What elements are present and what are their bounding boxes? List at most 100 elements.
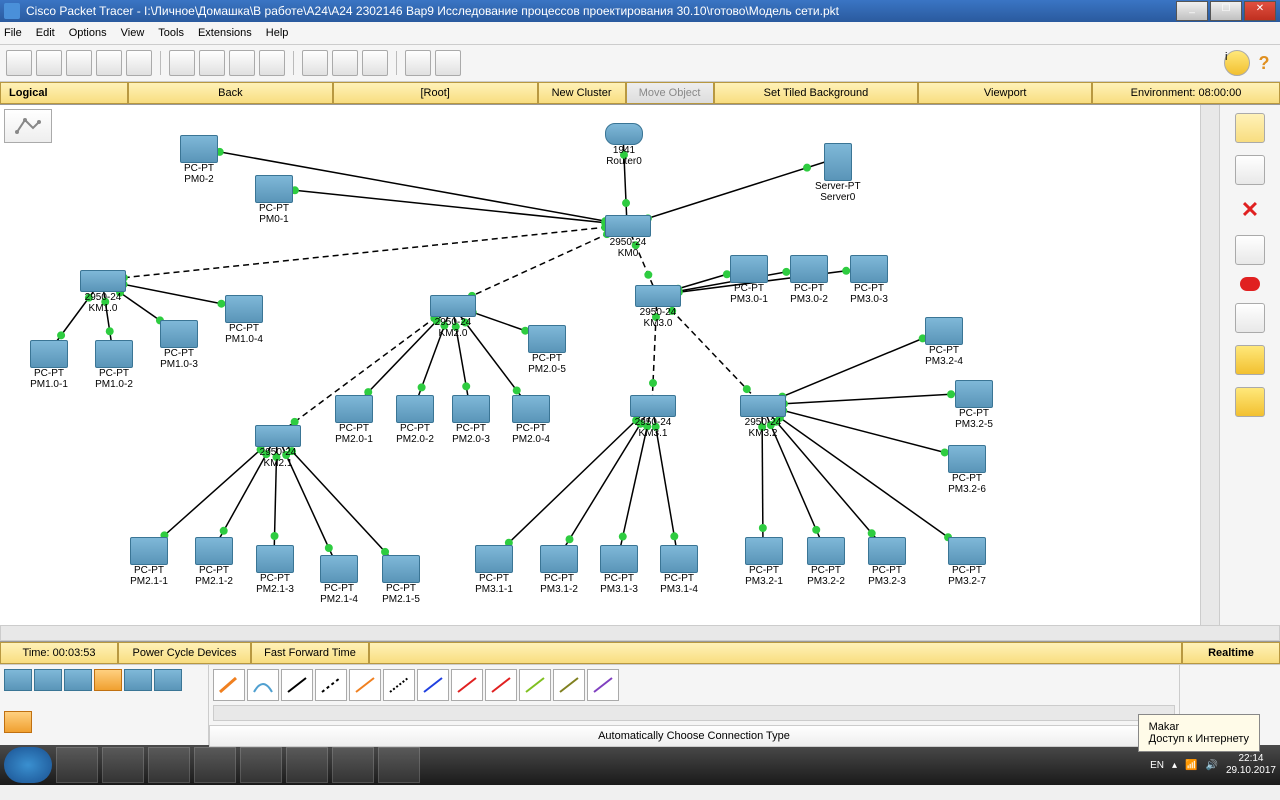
device-PM3.0-1[interactable]: PC-PTPM3.0-1 [730, 255, 768, 305]
category-end-icon[interactable] [124, 669, 152, 691]
select-tool-icon[interactable] [1235, 113, 1265, 143]
custom1-cable-icon[interactable] [553, 669, 585, 701]
environment-time[interactable]: Environment: 08:00:00 [1092, 82, 1280, 104]
info-icon[interactable]: i [1224, 50, 1250, 76]
menu-tools[interactable]: Tools [158, 27, 184, 39]
device-PM0-1[interactable]: PC-PTPM0-1 [255, 175, 293, 225]
taskbar-app1-icon[interactable] [102, 747, 144, 783]
help-icon[interactable]: ? [1254, 53, 1274, 74]
category-hub-icon[interactable] [64, 669, 92, 691]
root-path[interactable]: [Root] [333, 82, 538, 104]
vertical-scrollbar[interactable] [1200, 105, 1219, 625]
device-PM2.1-5[interactable]: PC-PTPM2.1-5 [382, 555, 420, 605]
taskbar-explorer-icon[interactable] [56, 747, 98, 783]
tiled-bg-button[interactable]: Set Tiled Background [714, 82, 919, 104]
tray-arrow-icon[interactable]: ▴ [1172, 760, 1177, 771]
device-PM0-2[interactable]: PC-PTPM0-2 [180, 135, 218, 185]
undo-icon[interactable] [229, 50, 255, 76]
palette-icon[interactable] [405, 50, 431, 76]
taskbar-app2-icon[interactable] [194, 747, 236, 783]
device-PM2.0-5[interactable]: PC-PTPM2.0-5 [528, 325, 566, 375]
close-button[interactable]: ✕ [1244, 1, 1276, 21]
back-button[interactable]: Back [128, 82, 333, 104]
device-PM2.0-2[interactable]: PC-PTPM2.0-2 [396, 395, 434, 445]
device-PM3.2-3[interactable]: PC-PTPM3.2-3 [868, 537, 906, 587]
paste-icon[interactable] [199, 50, 225, 76]
horizontal-scrollbar[interactable] [0, 625, 1280, 641]
copy-icon[interactable] [169, 50, 195, 76]
open-icon[interactable] [36, 50, 62, 76]
device-PM3.1-4[interactable]: PC-PTPM3.1-4 [660, 545, 698, 595]
device-PM2.1-2[interactable]: PC-PTPM2.1-2 [195, 537, 233, 587]
taskbar-app4-icon[interactable] [332, 747, 374, 783]
connection-selected-icon[interactable] [4, 711, 32, 733]
device-KM3.2[interactable]: 2950-24KM3.2 [740, 395, 786, 439]
device-PM2.1-1[interactable]: PC-PTPM2.1-1 [130, 537, 168, 587]
tray-network-icon[interactable]: 📶 [1185, 760, 1197, 771]
menu-help[interactable]: Help [266, 27, 289, 39]
wizard-icon[interactable] [126, 50, 152, 76]
taskbar-packettracer-icon[interactable] [378, 747, 420, 783]
device-Router0[interactable]: 1941Router0 [605, 123, 643, 167]
simple-pdu-icon[interactable] [1235, 345, 1265, 375]
workspace-canvas[interactable]: 1941Router0 Server-PTServer0 2950-24KM0 PC-… [0, 105, 1200, 625]
zoomout-icon[interactable] [362, 50, 388, 76]
device-PM3.2-5[interactable]: PC-PTPM3.2-5 [955, 380, 993, 430]
menu-view[interactable]: View [121, 27, 145, 39]
tray-time[interactable]: 22:14 [1226, 753, 1276, 765]
device-PM3.1-1[interactable]: PC-PTPM3.1-1 [475, 545, 513, 595]
console-cable-icon[interactable] [247, 669, 279, 701]
device-PM2.1-3[interactable]: PC-PTPM2.1-3 [256, 545, 294, 595]
custom-icon[interactable] [435, 50, 461, 76]
delete-tool-icon[interactable]: ✕ [1241, 197, 1259, 223]
device-PM2.0-3[interactable]: PC-PTPM2.0-3 [452, 395, 490, 445]
zoomreset-icon[interactable] [332, 50, 358, 76]
tray-date[interactable]: 29.10.2017 [1226, 765, 1276, 777]
print-icon[interactable] [96, 50, 122, 76]
crossover-cable-icon[interactable] [315, 669, 347, 701]
device-PM3.0-3[interactable]: PC-PTPM3.0-3 [850, 255, 888, 305]
device-KM1.0[interactable]: 2950-24KM1.0 [80, 270, 126, 314]
device-KM0[interactable]: 2950-24KM0 [605, 215, 651, 259]
menu-options[interactable]: Options [69, 27, 107, 39]
maximize-button[interactable]: ☐ [1210, 1, 1242, 21]
category-switch-icon[interactable] [34, 669, 62, 691]
device-Server0[interactable]: Server-PTServer0 [815, 143, 861, 203]
fiber-cable-icon[interactable] [349, 669, 381, 701]
tray-volume-icon[interactable]: 🔊 [1205, 760, 1217, 771]
device-PM1.0-3[interactable]: PC-PTPM1.0-3 [160, 320, 198, 370]
device-PM2.0-4[interactable]: PC-PTPM2.0-4 [512, 395, 550, 445]
minimize-button[interactable]: _ [1176, 1, 1208, 21]
menu-file[interactable]: File [4, 27, 22, 39]
inspect-tool-icon[interactable] [1235, 235, 1265, 265]
menu-edit[interactable]: Edit [36, 27, 55, 39]
device-KM2.1[interactable]: 2950-24KM2.1 [255, 425, 301, 469]
device-PM3.2-2[interactable]: PC-PTPM3.2-2 [807, 537, 845, 587]
coaxial-cable-icon[interactable] [417, 669, 449, 701]
auto-connection-icon[interactable] [213, 669, 245, 701]
taskbar-chrome-icon[interactable] [148, 747, 190, 783]
device-PM3.0-2[interactable]: PC-PTPM3.0-2 [790, 255, 828, 305]
straight-cable-icon[interactable] [281, 669, 313, 701]
serial-dte-icon[interactable] [485, 669, 517, 701]
device-PM1.0-1[interactable]: PC-PTPM1.0-1 [30, 340, 68, 390]
device-PM3.2-1[interactable]: PC-PTPM3.2-1 [745, 537, 783, 587]
viewport-button[interactable]: Viewport [918, 82, 1092, 104]
draw-tool-icon[interactable] [1235, 303, 1265, 333]
device-PM1.0-2[interactable]: PC-PTPM1.0-2 [95, 340, 133, 390]
fast-forward-button[interactable]: Fast Forward Time [251, 642, 369, 664]
serial-dce-icon[interactable] [451, 669, 483, 701]
device-PM3.2-7[interactable]: PC-PTPM3.2-7 [948, 537, 986, 587]
device-PM3.1-3[interactable]: PC-PTPM3.1-3 [600, 545, 638, 595]
save-icon[interactable] [66, 50, 92, 76]
resize-tool-icon[interactable] [1240, 277, 1260, 291]
redo-icon[interactable] [259, 50, 285, 76]
start-button[interactable] [4, 747, 52, 783]
device-PM3.2-4[interactable]: PC-PTPM3.2-4 [925, 317, 963, 367]
taskbar-opera-icon[interactable] [240, 747, 282, 783]
logical-tab[interactable]: Logical [0, 82, 128, 104]
note-tool-icon[interactable] [1235, 155, 1265, 185]
realtime-tab[interactable]: Realtime [1182, 642, 1280, 664]
category-wan-icon[interactable] [154, 669, 182, 691]
device-PM3.2-6[interactable]: PC-PTPM3.2-6 [948, 445, 986, 495]
